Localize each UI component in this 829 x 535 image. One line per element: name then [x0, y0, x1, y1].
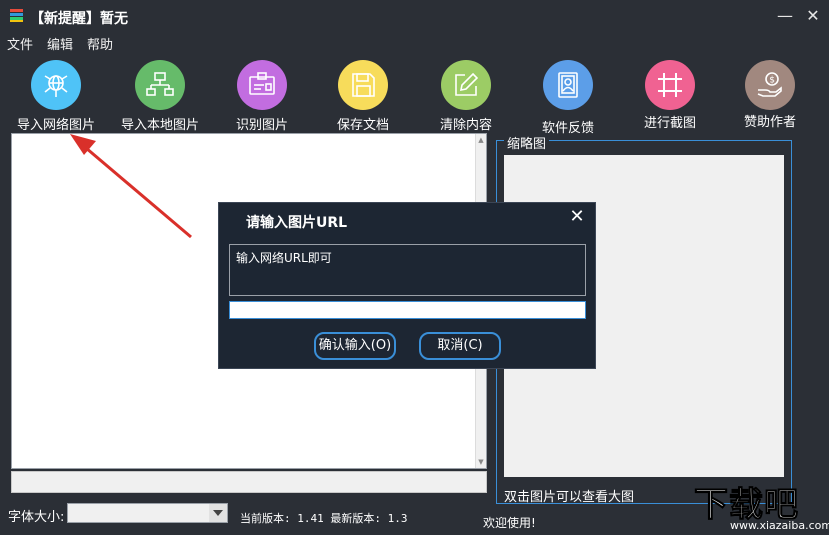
- version-info: 当前版本: 1.41 最新版本: 1.3: [240, 512, 408, 525]
- globe-network-icon: [31, 60, 81, 110]
- menu-bar: 文件 编辑 帮助: [0, 32, 829, 53]
- id-card-icon: [237, 60, 287, 110]
- watermark-logo: 下载吧 www.xiazaiba.com: [690, 477, 829, 533]
- app-logo-icon: [10, 9, 23, 22]
- scroll-up-icon[interactable]: ▲: [477, 136, 485, 144]
- thumbnail-legend: 缩略图: [504, 133, 550, 152]
- close-icon[interactable]: ✕: [568, 208, 586, 226]
- cancel-button[interactable]: 取消(C): [419, 332, 501, 360]
- dialog-title: 请输入图片URL: [246, 215, 348, 231]
- local-network-icon: [135, 60, 185, 110]
- toolbar-label: 保存文档: [336, 118, 389, 133]
- menu-help[interactable]: 帮助: [87, 34, 113, 53]
- font-size-label: 字体大小:: [8, 510, 65, 525]
- import-local-image-button[interactable]: 导入本地图片: [110, 60, 210, 133]
- clear-content-button[interactable]: 清除内容: [416, 60, 516, 133]
- recognize-image-button[interactable]: 识别图片: [212, 60, 312, 133]
- donate-hand-icon: $: [745, 60, 795, 110]
- url-input-dialog: 请输入图片URL ✕ 输入网络URL即可 确认输入(O) 取消(C): [218, 202, 596, 369]
- dialog-message: 输入网络URL即可: [229, 244, 586, 296]
- crop-grid-icon: [645, 60, 695, 110]
- url-input[interactable]: [229, 301, 586, 319]
- horizontal-scrollbar[interactable]: [11, 471, 487, 493]
- menu-file[interactable]: 文件: [7, 34, 33, 53]
- toolbar-label: 识别图片: [235, 118, 288, 133]
- sponsor-author-button[interactable]: $ 赞助作者: [720, 60, 820, 132]
- toolbar-label: 导入网络图片: [16, 118, 95, 133]
- toolbar-label: 清除内容: [439, 118, 492, 133]
- chevron-down-icon[interactable]: [209, 504, 227, 522]
- screenshot-button[interactable]: 进行截图: [620, 60, 720, 132]
- close-button[interactable]: ✕: [803, 6, 823, 26]
- watermark-url: www.xiazaiba.com: [730, 519, 829, 532]
- menu-edit[interactable]: 编辑: [47, 34, 73, 53]
- minimize-button[interactable]: —: [775, 6, 795, 26]
- toolbar-label: 赞助作者: [743, 115, 796, 130]
- software-feedback-button[interactable]: 软件反馈: [518, 60, 618, 136]
- svg-text:$: $: [769, 76, 775, 86]
- toolbar-label: 进行截图: [643, 116, 696, 131]
- welcome-text: 欢迎使用!: [483, 516, 536, 530]
- font-size-select[interactable]: [67, 503, 228, 523]
- scroll-down-icon[interactable]: ▼: [477, 458, 485, 466]
- title-bar: 【新提醒】暂无 — ✕: [0, 0, 829, 32]
- window-title: 【新提醒】暂无: [30, 11, 128, 27]
- contact-card-icon: [543, 60, 593, 110]
- toolbar-label: 导入本地图片: [120, 118, 199, 133]
- thumbnail-hint: 双击图片可以查看大图: [504, 490, 635, 505]
- confirm-button[interactable]: 确认输入(O): [314, 332, 396, 360]
- save-disk-icon: [338, 60, 388, 110]
- save-document-button[interactable]: 保存文档: [313, 60, 413, 133]
- import-web-image-button[interactable]: 导入网络图片: [6, 60, 106, 133]
- edit-pencil-icon: [441, 60, 491, 110]
